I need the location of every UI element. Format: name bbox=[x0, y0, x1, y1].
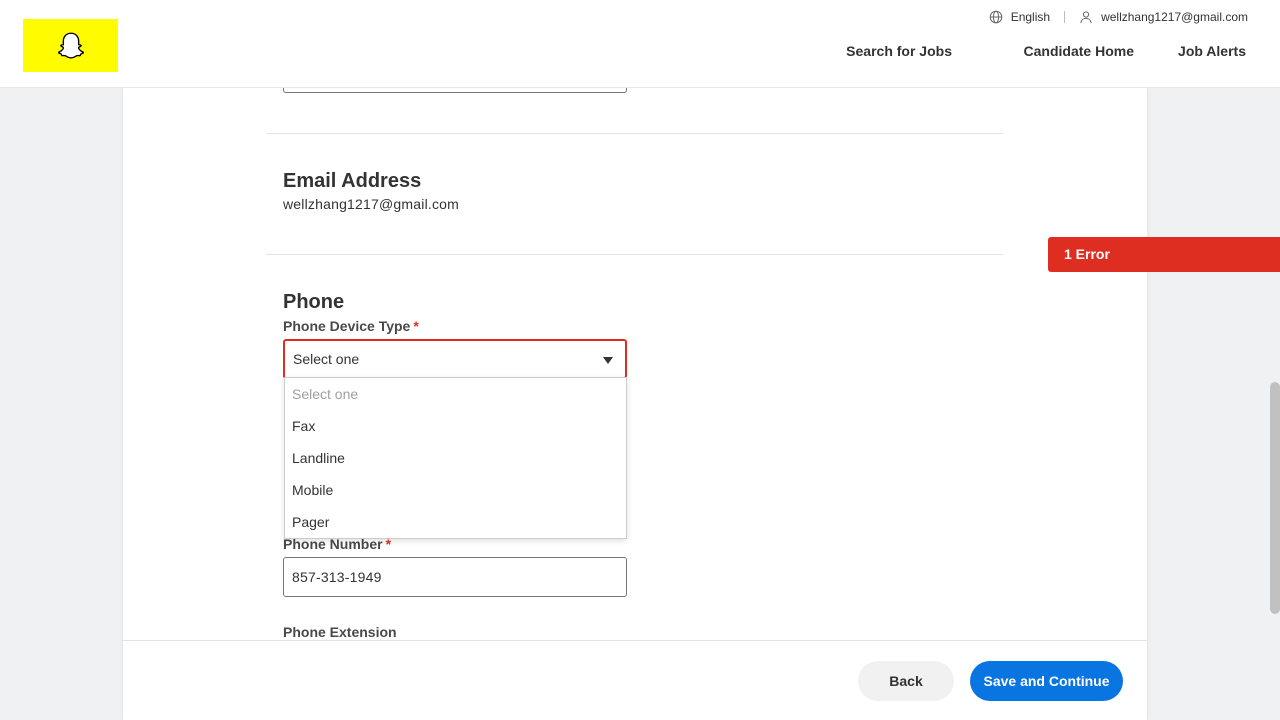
job-alerts-link[interactable]: Job Alerts bbox=[1174, 40, 1250, 62]
phone-device-type-label-text: Phone Device Type bbox=[283, 318, 411, 334]
user-icon[interactable] bbox=[1079, 10, 1093, 24]
account-email-link[interactable]: wellzhang1217@gmail.com bbox=[1101, 10, 1248, 24]
section-divider bbox=[266, 133, 1003, 134]
option-landline[interactable]: Landline bbox=[285, 442, 626, 474]
caret-down-icon bbox=[603, 357, 613, 364]
email-section-title: Email Address bbox=[283, 170, 422, 192]
option-mobile[interactable]: Mobile bbox=[285, 474, 626, 506]
error-count-badge[interactable]: 1 Error bbox=[1048, 237, 1280, 272]
option-pager[interactable]: Pager bbox=[285, 506, 626, 538]
phone-device-type-options: Select one Fax Landline Mobile Pager bbox=[284, 377, 627, 539]
section-divider bbox=[266, 254, 1003, 255]
utility-bar: English wellzhang1217@gmail.com bbox=[989, 10, 1248, 24]
search-jobs-link[interactable]: Search for Jobs bbox=[842, 40, 956, 62]
option-select-one[interactable]: Select one bbox=[285, 378, 626, 410]
select-value: Select one bbox=[293, 351, 360, 367]
snapchat-logo[interactable] bbox=[23, 19, 118, 72]
phone-number-input[interactable]: 857-313-1949 bbox=[283, 557, 627, 597]
phone-device-type-label: Phone Device Type * bbox=[283, 318, 419, 334]
application-form: Email Address wellzhang1217@gmail.com Ph… bbox=[123, 88, 1147, 720]
phone-section-title: Phone bbox=[283, 291, 345, 313]
page-header: English wellzhang1217@gmail.com Search f… bbox=[0, 0, 1280, 88]
option-fax[interactable]: Fax bbox=[285, 410, 626, 442]
back-button[interactable]: Back bbox=[858, 661, 954, 701]
scrollbar-thumb[interactable] bbox=[1270, 382, 1280, 614]
form-footer: Back Save and Continue bbox=[123, 640, 1147, 720]
previous-field-input[interactable] bbox=[283, 88, 627, 93]
language-selector[interactable]: English bbox=[1011, 10, 1050, 24]
email-value: wellzhang1217@gmail.com bbox=[283, 196, 460, 212]
globe-icon[interactable] bbox=[989, 10, 1003, 24]
required-marker: * bbox=[413, 318, 419, 334]
phone-extension-label: Phone Extension bbox=[283, 624, 397, 640]
divider bbox=[1064, 11, 1066, 23]
ghost-icon bbox=[57, 32, 84, 59]
save-and-continue-button[interactable]: Save and Continue bbox=[970, 661, 1123, 701]
candidate-home-link[interactable]: Candidate Home bbox=[1020, 40, 1138, 62]
phone-device-type-select[interactable]: Select one bbox=[283, 339, 627, 379]
